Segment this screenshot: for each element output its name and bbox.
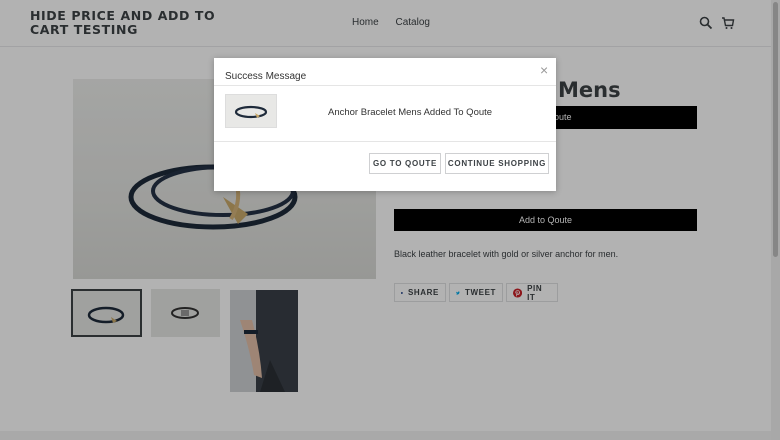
continue-shopping-button[interactable]: CONTINUE SHOPPING — [445, 153, 549, 174]
success-modal: Success Message × Anchor Bracelet Mens A… — [214, 58, 556, 191]
modal-title: Success Message — [225, 71, 307, 82]
go-to-quote-button[interactable]: GO TO QOUTE — [369, 153, 441, 174]
close-icon[interactable]: × — [540, 63, 548, 77]
modal-product-thumbnail — [225, 94, 277, 128]
modal-divider — [214, 85, 556, 86]
modal-divider — [214, 141, 556, 142]
modal-message: Anchor Bracelet Mens Added To Qoute — [328, 107, 493, 118]
bracelet-thumb-image — [234, 105, 268, 119]
